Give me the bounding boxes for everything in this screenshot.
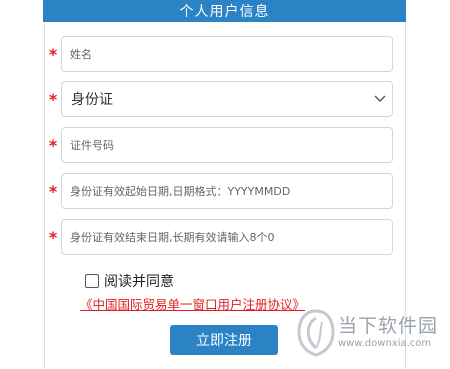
section-header: 个人用户信息 [43, 0, 406, 22]
chevron-down-icon [368, 82, 392, 116]
watermark-url: www.downxia.com [338, 338, 432, 349]
name-field-box [61, 36, 393, 72]
watermark-name: 当下软件园 [338, 315, 439, 337]
start-date-row: * [47, 173, 393, 209]
id-number-field-box [61, 127, 393, 163]
register-button[interactable]: 立即注册 [170, 325, 278, 355]
section-title: 个人用户信息 [179, 4, 270, 20]
agreement-checkbox[interactable] [85, 274, 99, 288]
start-date-field-box [61, 173, 393, 209]
agreement-checkbox-label: 阅读并同意 [104, 274, 174, 290]
required-mark: * [48, 44, 58, 64]
name-row: * [47, 36, 393, 72]
id-type-select[interactable]: 身份证 [61, 81, 393, 117]
agreement-checkbox-row[interactable]: 阅读并同意 [85, 271, 174, 291]
required-mark: * [48, 89, 58, 109]
agreement-link[interactable]: 《中国国际贸易单一窗口用户注册协议》 [80, 294, 305, 313]
id-number-input[interactable] [68, 137, 382, 153]
downxia-logo-icon [296, 308, 336, 358]
id-number-row: * [47, 127, 393, 163]
id-type-value: 身份证 [71, 92, 113, 108]
required-mark: * [48, 181, 58, 201]
start-date-input[interactable] [68, 183, 382, 199]
page-border-left [44, 0, 45, 369]
id-type-row: * 身份证 [47, 81, 393, 117]
register-button-label: 立即注册 [196, 333, 252, 349]
required-mark: * [48, 227, 58, 247]
end-date-field-box [61, 219, 393, 255]
watermark: 当下软件园 www.downxia.com [296, 308, 446, 364]
end-date-input[interactable] [68, 229, 382, 245]
required-mark: * [48, 135, 58, 155]
name-input[interactable] [68, 46, 382, 62]
end-date-row: * [47, 219, 393, 255]
